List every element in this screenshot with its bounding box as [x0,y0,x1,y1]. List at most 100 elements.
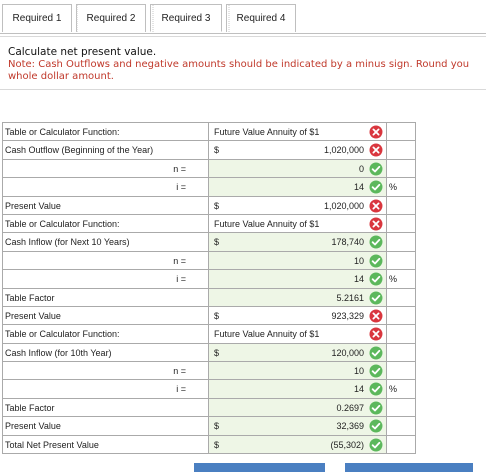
tab-required-4[interactable]: Required 4 [226,4,296,32]
x-icon [369,327,383,341]
row-label: Table or Calculator Function: [2,325,209,344]
value-input[interactable]: $ (55,302) [209,435,386,455]
value-input[interactable]: $1,020,000 [209,196,386,215]
prev-button[interactable] [194,463,325,472]
cell-value: 10 [353,366,364,377]
value-input[interactable]: 5.2161 [209,288,386,307]
unit-cell [386,123,416,142]
instruction-note-line-1: Note: Cash Outflows and negative amounts… [8,59,470,70]
table-row: n = 10 [2,362,416,381]
row-label: n = [2,159,209,179]
cell-value: 0 [358,163,364,174]
table-row: Table or Calculator Function: Future Valu… [2,325,416,344]
table-row: Table or Calculator Function: Future Valu… [2,123,416,142]
cell-value: Future Value Annuity of $1 [214,127,320,137]
instruction-note: Note: Cash Outflows and negative amounts… [8,59,469,83]
npv-table: Table or Calculator Function: Future Valu… [2,123,416,455]
unit-cell [386,196,416,215]
table-row: Present Value $32,369 [2,417,416,436]
dollar-prefix: $ [214,237,220,248]
check-icon [369,364,383,378]
dollar-prefix: $ [214,145,220,156]
unit-cell: % [386,178,416,197]
value-input[interactable]: 10 [209,251,386,271]
check-icon [369,419,383,433]
cell-value: 14 [353,182,364,193]
row-label: Total Net Present Value [2,435,209,455]
value-input[interactable]: $1,020,000 [209,141,386,160]
unit-cell [386,233,416,252]
tab-required-3[interactable]: Required 3 [150,4,222,32]
value-input[interactable]: 10 [209,362,386,381]
row-label: Table Factor [2,288,209,307]
check-icon [369,438,383,452]
unit-cell [386,343,416,363]
x-icon [369,217,383,231]
table-row: Table Factor 0.2697 [2,398,416,418]
value-input[interactable]: 14 [209,380,386,399]
unit-cell: % [386,380,416,399]
cell-value: (55,302) [330,439,364,450]
cell-value: Future Value Annuity of $1 [214,218,320,229]
value-input[interactable]: $923,329 [209,306,386,326]
value-input[interactable]: $120,000 [209,343,386,363]
row-label: Present Value [2,417,209,436]
table-row: Table Factor 5.2161 [2,288,416,307]
check-icon [369,235,383,249]
table-row: i = 14% [2,178,416,197]
function-select[interactable]: Future Value Annuity of $1 [209,214,386,234]
unit-cell [386,214,416,234]
dollar-prefix: $ [214,200,220,211]
cell-value: 10 [353,255,364,266]
cell-value: 14 [353,384,364,395]
table-row: Table or Calculator Function: Future Valu… [2,214,416,234]
table-row: n = 0 [2,159,416,179]
cell-value: 1,020,000 [323,145,364,156]
check-icon [369,180,383,194]
function-select[interactable]: Future Value Annuity of $1 [209,123,386,142]
table-row: i = 14% [2,270,416,289]
row-label: Table or Calculator Function: [2,214,209,234]
table-row: Present Value $1,020,000 [2,196,416,215]
check-icon [369,401,383,415]
unit-cell [386,141,416,160]
table-row: Present Value $923,329 [2,306,416,326]
x-icon [369,143,383,157]
unit-cell [386,362,416,381]
next-button[interactable] [345,463,473,472]
tab-required-1[interactable]: Required 1 [2,4,72,32]
dollar-prefix: $ [214,421,220,432]
row-label: Present Value [2,196,209,215]
value-input[interactable]: 0 [209,159,386,179]
cell-value: 32,369 [336,421,364,432]
check-icon [369,254,383,268]
unit-cell [386,159,416,179]
unit-cell [386,306,416,326]
row-label: n = [2,362,209,381]
check-icon [369,346,383,360]
unit-cell [386,398,416,418]
value-input[interactable]: 0.2697 [209,398,386,418]
row-label: i = [2,178,209,197]
dollar-prefix: $ [214,439,220,450]
x-icon [369,309,383,323]
table-row: Cash Inflow (for 10th Year) $120,000 [2,343,416,363]
unit-cell [386,325,416,344]
cell-value: 0.2697 [336,402,364,413]
unit-cell [386,417,416,436]
row-label: Table or Calculator Function: [2,123,209,142]
dollar-prefix: $ [214,347,220,358]
table-row: Cash Inflow (for Next 10 Years) $178,740 [2,233,416,252]
table-row: n = 10 [2,251,416,271]
cell-value: 14 [353,274,364,285]
value-input[interactable]: $178,740 [209,233,386,252]
value-input[interactable]: 14 [209,178,386,197]
tab-required-2[interactable]: Required 2 [76,4,146,32]
function-select[interactable]: Future Value Annuity of $1 [209,325,386,344]
value-input[interactable]: 14 [209,270,386,289]
instruction-note-line-2: whole dollar amount. [8,71,114,82]
row-label: Cash Outflow (Beginning of the Year) [2,141,209,160]
row-label: Cash Inflow (for Next 10 Years) [2,233,209,252]
value-input[interactable]: $32,369 [209,417,386,436]
unit-cell [386,435,416,455]
